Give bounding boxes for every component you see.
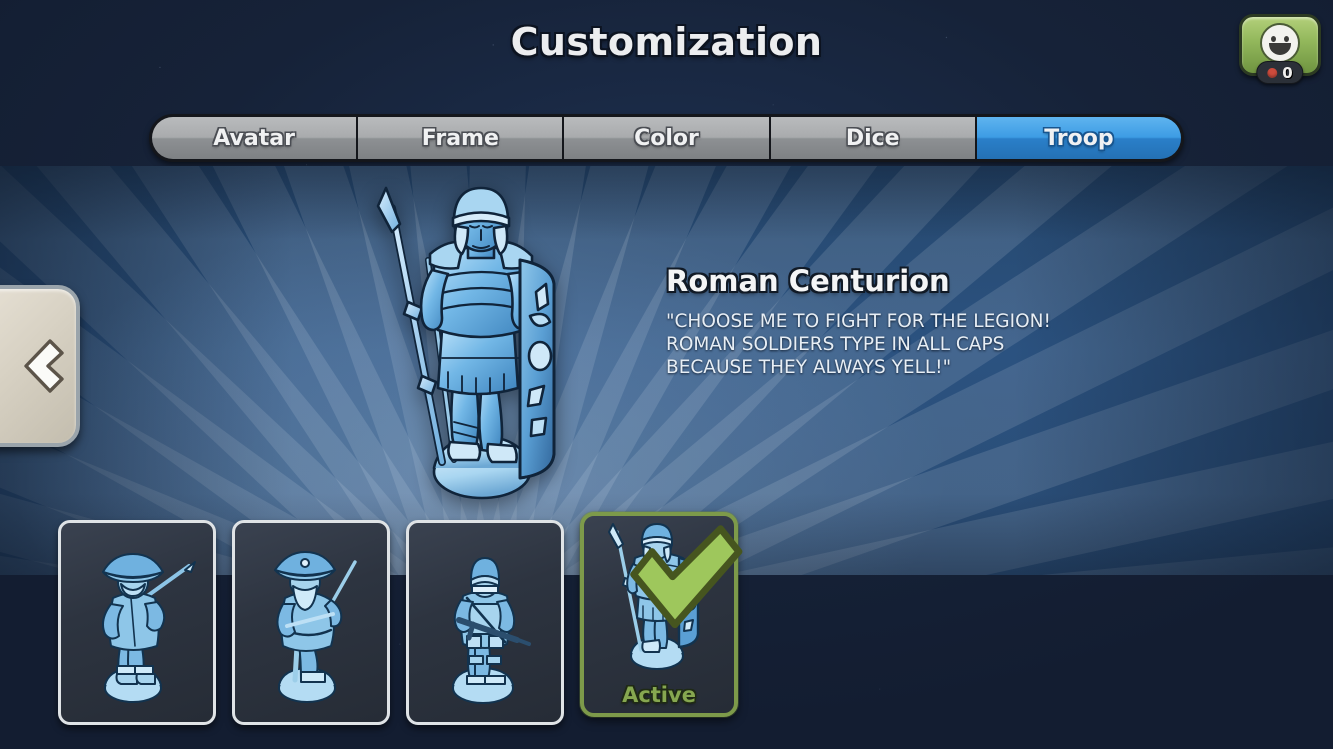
troop-thumbnail-strip: Active: [58, 512, 743, 725]
troop-name: Roman Centurion: [666, 264, 950, 298]
tab-dice[interactable]: Dice: [770, 117, 977, 159]
tab-frame[interactable]: Frame: [358, 117, 565, 159]
customization-tabbar: Avatar Frame Color Dice Troop: [149, 114, 1184, 162]
notification-dot-icon: [1267, 67, 1278, 78]
smiley-eye-right: [1284, 35, 1289, 42]
notification-pill[interactable]: 0: [1256, 61, 1304, 84]
active-status-label: Active: [622, 683, 696, 707]
smiley-eye-left: [1271, 35, 1276, 42]
roman-centurion-figurine: [370, 180, 610, 510]
thumbnail-roman-centurion[interactable]: Active: [580, 512, 743, 717]
thumbnail-musketeer[interactable]: [58, 520, 216, 725]
chevron-left-icon: [24, 339, 64, 393]
pirate-captain-figurine: [274, 550, 357, 703]
modern-soldier-figurine: [452, 556, 531, 704]
thumbnail-pirate-captain[interactable]: [232, 520, 390, 725]
profile-badge[interactable]: 0: [1239, 14, 1321, 84]
musketeer-figurine: [102, 552, 196, 703]
notification-count: 0: [1282, 63, 1293, 82]
smiley-mouth: [1269, 42, 1291, 55]
tab-color[interactable]: Color: [564, 117, 771, 159]
check-mark-icon: [630, 525, 743, 629]
troop-description: "CHOOSE ME TO FIGHT FOR THE LEGION! ROMA…: [666, 311, 1051, 378]
customization-screen: Customization 0 Avatar Frame Color Dice …: [0, 0, 1333, 749]
tab-avatar[interactable]: Avatar: [152, 117, 359, 159]
back-button[interactable]: [0, 285, 80, 447]
tab-troop[interactable]: Troop: [976, 117, 1181, 159]
smiley-face-icon: [1260, 22, 1300, 63]
thumbnail-modern-soldier[interactable]: [406, 520, 564, 725]
page-title: Customization: [510, 20, 823, 64]
